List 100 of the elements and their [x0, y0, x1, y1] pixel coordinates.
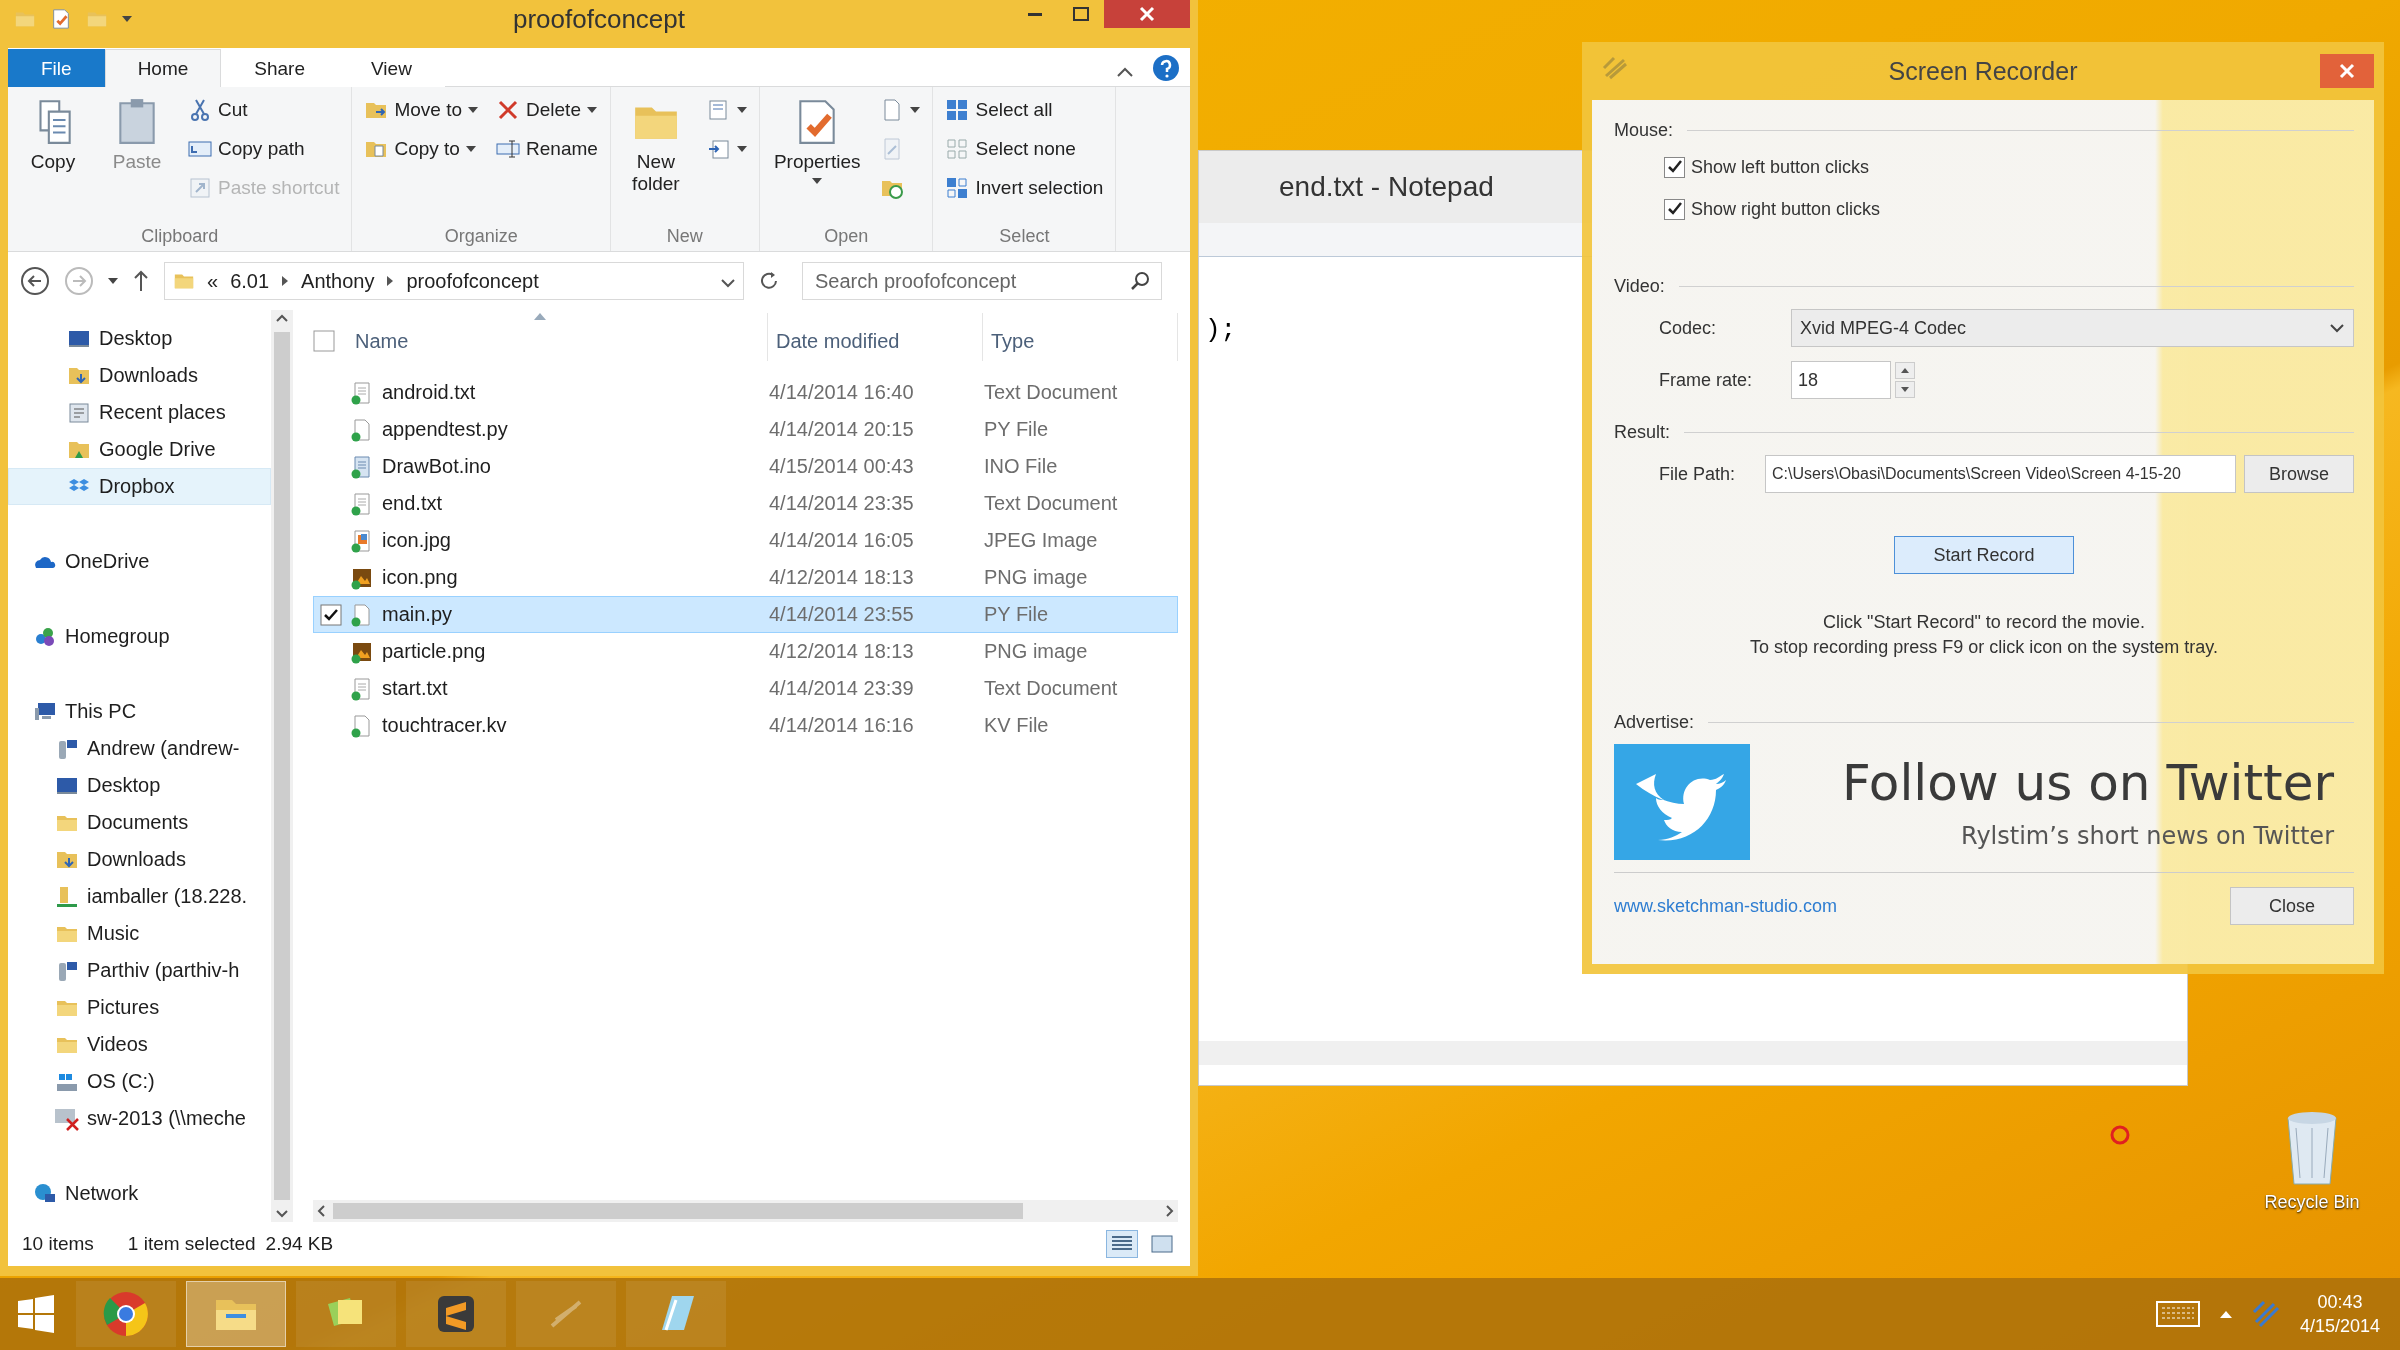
- close-button[interactable]: Close: [2230, 887, 2354, 925]
- status-text: 10 items: [22, 1233, 94, 1255]
- ribbon-button[interactable]: Copy to: [360, 132, 483, 165]
- search-field[interactable]: Search proofofconcept: [802, 262, 1162, 300]
- browse-button[interactable]: Browse: [2243, 455, 2354, 493]
- nav-item[interactable]: Google Drive: [8, 431, 271, 468]
- scrollbar[interactable]: [1199, 1041, 2187, 1065]
- ad-tagline: Rylstim’s short news on Twitter: [1961, 822, 2334, 850]
- file-row[interactable]: appendtest.py 4/14/2014 20:15 PY File: [313, 411, 1178, 448]
- help-button[interactable]: [1152, 54, 1180, 82]
- collapse-ribbon-button[interactable]: [1116, 66, 1134, 78]
- up-button[interactable]: [132, 269, 150, 293]
- address-bar[interactable]: « 6.01 Anthony proofofconcept: [164, 262, 744, 300]
- frame-rate-field[interactable]: 18: [1791, 361, 1891, 399]
- scroll-down-icon: [276, 1210, 288, 1218]
- ribbon-button[interactable]: Select all: [941, 93, 1108, 126]
- ribbon-button[interactable]: Move to: [360, 93, 483, 126]
- breadcrumb[interactable]: Anthony: [301, 269, 375, 293]
- ribbon-button[interactable]: Invert selection: [941, 171, 1108, 204]
- scrollbar[interactable]: [271, 310, 293, 1222]
- back-button[interactable]: [20, 266, 50, 296]
- nav-label: sw-2013 (\\meche: [87, 1107, 246, 1130]
- taskbar-app-button[interactable]: [76, 1281, 176, 1347]
- details-view-button[interactable]: [1106, 1230, 1138, 1258]
- nav-item[interactable]: Downloads: [8, 357, 271, 394]
- file-row[interactable]: start.txt 4/14/2014 23:39 Text Document: [313, 670, 1178, 707]
- breadcrumb[interactable]: 6.01: [230, 269, 270, 293]
- scrollbar[interactable]: [313, 1200, 1178, 1222]
- nav-label: Network: [65, 1182, 139, 1205]
- file-row[interactable]: end.txt 4/14/2014 23:35 Text Document: [313, 485, 1178, 522]
- nav-item[interactable]: OS (C:): [8, 1063, 271, 1100]
- close-button[interactable]: [1104, 0, 1190, 28]
- checkbox[interactable]: [1664, 156, 1685, 178]
- close-icon: [1139, 6, 1155, 22]
- nav-item[interactable]: Andrew (andrew-: [8, 730, 271, 767]
- checkbox[interactable]: [1664, 198, 1685, 220]
- taskbar-app-button[interactable]: [406, 1281, 506, 1347]
- button-label: Properties: [773, 151, 861, 173]
- ribbon-button[interactable]: Copy: [16, 93, 90, 226]
- ribbon-button[interactable]: New folder: [618, 93, 693, 226]
- nav-item[interactable]: iamballer (18.228.: [8, 878, 271, 915]
- nav-item[interactable]: Documents: [8, 804, 271, 841]
- recent-locations-button[interactable]: [108, 277, 118, 285]
- close-button[interactable]: [2320, 54, 2374, 88]
- file-path-field[interactable]: C:\Users\Obasi\Documents\Screen Video\Screen 4-15-20: [1765, 455, 2236, 493]
- column-header[interactable]: Name: [313, 313, 768, 361]
- nav-item[interactable]: Parthiv (parthiv-h: [8, 952, 271, 989]
- nav-item[interactable]: Music: [8, 915, 271, 952]
- ribbon-button[interactable]: Delete: [492, 93, 602, 126]
- refresh-icon: [758, 270, 780, 292]
- button-label: Select all: [975, 98, 1053, 121]
- group-label: Open: [823, 226, 870, 247]
- button-label: Delete: [526, 98, 581, 121]
- breadcrumb[interactable]: proofofconcept: [406, 269, 539, 293]
- button-label: Rename: [526, 137, 598, 160]
- nav-item[interactable]: Homegroup: [8, 618, 271, 655]
- column-header[interactable]: Type: [983, 313, 1178, 361]
- ribbon-button[interactable]: Select none: [941, 132, 1108, 165]
- file-row[interactable]: touchtracer.kv 4/14/2014 16:16 KV File: [313, 707, 1178, 744]
- maximize-icon: [1073, 7, 1089, 21]
- file-row[interactable]: DrawBot.ino 4/15/2014 00:43 INO File: [313, 448, 1178, 485]
- nav-item[interactable]: This PC: [8, 693, 271, 730]
- file-row[interactable]: android.txt 4/14/2014 16:40 Text Document: [313, 374, 1178, 411]
- up-arrow-icon: [1901, 368, 1909, 373]
- disconnected-drive-icon: [55, 1106, 79, 1131]
- status-text: 2.94 KB: [265, 1233, 334, 1255]
- file-menu-tab[interactable]: File: [8, 49, 105, 87]
- chevron-right-icon: [386, 276, 395, 286]
- column-header[interactable]: Date modified: [768, 313, 983, 361]
- ribbon-button[interactable]: Rename: [492, 132, 602, 165]
- nav-item[interactable]: Recent places: [8, 394, 271, 431]
- nav-item[interactable]: sw-2013 (\\meche: [8, 1100, 271, 1137]
- nav-item[interactable]: Videos: [8, 1026, 271, 1063]
- website-link[interactable]: www.sketchman-studio.com: [1614, 895, 1838, 917]
- nav-label: Music: [87, 922, 140, 945]
- file-row[interactable]: icon.png 4/12/2014 18:13 PNG image: [313, 559, 1178, 596]
- nav-label: Recent places: [99, 401, 226, 424]
- spin-up-button[interactable]: [1895, 362, 1915, 379]
- nav-item[interactable]: Desktop: [8, 767, 271, 804]
- file-row[interactable]: main.py 4/14/2014 23:55 PY File: [313, 596, 1178, 633]
- date-cell-text: 4/14/2014 16:05: [769, 529, 915, 552]
- codec-dropdown[interactable]: Xvid MPEG-4 Codec: [1791, 309, 2354, 347]
- ribbon-button[interactable]: Copy path: [184, 132, 344, 165]
- start-record-button[interactable]: Start Record: [1894, 536, 2074, 574]
- ribbon-tab[interactable]: Home: [104, 49, 222, 87]
- taskbar-app-button[interactable]: [296, 1281, 396, 1347]
- nav-label: Dropbox: [99, 475, 175, 498]
- ribbon-button[interactable]: Properties: [767, 93, 867, 226]
- file-row[interactable]: icon.jpg 4/14/2014 16:05 JPEG Image: [313, 522, 1178, 559]
- file-row[interactable]: particle.png 4/12/2014 18:13 PNG image: [313, 633, 1178, 670]
- spin-down-button[interactable]: [1895, 381, 1915, 398]
- nav-item[interactable]: Downloads: [8, 841, 271, 878]
- refresh-button[interactable]: [758, 270, 780, 292]
- ribbon-button[interactable]: Cut: [184, 93, 344, 126]
- nav-item[interactable]: OneDrive: [8, 543, 271, 580]
- nav-item[interactable]: Desktop: [8, 320, 271, 357]
- nav-item[interactable]: Dropbox: [8, 468, 271, 505]
- nav-item[interactable]: Pictures: [8, 989, 271, 1026]
- nav-item[interactable]: Network: [8, 1175, 271, 1212]
- clock-time: 00:43: [2317, 1291, 2363, 1314]
